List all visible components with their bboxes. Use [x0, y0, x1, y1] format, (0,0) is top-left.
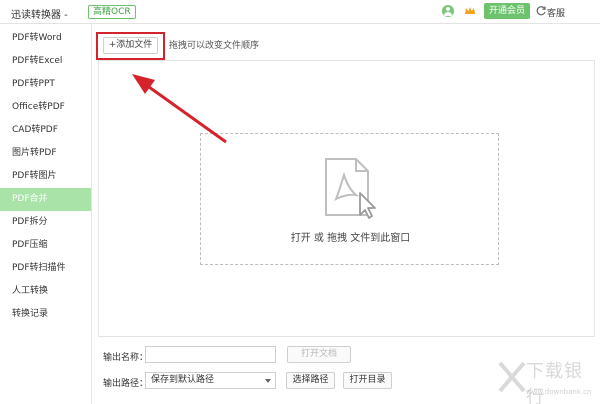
drop-zone[interactable]: 打开 或 拖拽 文件到此窗口 — [200, 133, 499, 265]
sidebar: PDF转Word PDF转Excel PDF转PPT Office转PDF CA… — [0, 24, 92, 404]
output-path-label: 输出路径： — [103, 379, 149, 389]
sidebar-item-manual-convert[interactable]: 人工转换 — [0, 280, 91, 303]
vip-button[interactable]: 开通会员 — [484, 3, 530, 19]
open-directory-button[interactable]: 打开目录 — [343, 372, 392, 389]
user-icon[interactable] — [442, 5, 454, 17]
reorder-hint: 拖拽可以改变文件顺序 — [169, 41, 260, 51]
sidebar-item-pdf-to-word[interactable]: PDF转Word — [0, 27, 91, 50]
sidebar-item-pdf-to-image[interactable]: PDF转图片 — [0, 165, 91, 188]
output-name-label: 输出名称： — [103, 353, 149, 363]
sidebar-item-pdf-to-excel[interactable]: PDF转Excel — [0, 50, 91, 73]
sidebar-item-pdf-merge[interactable]: PDF合并 — [0, 188, 91, 211]
title-bar: 迅读转换器 - 高精OCR 开通会员 客服 — [0, 0, 600, 24]
output-name-input[interactable] — [145, 346, 276, 363]
sidebar-item-pdf-to-ppt[interactable]: PDF转PPT — [0, 73, 91, 96]
sidebar-item-office-to-pdf[interactable]: Office转PDF — [0, 96, 91, 119]
ocr-link[interactable]: 高精OCR — [88, 5, 136, 19]
watermark-text: 下载银行 — [526, 361, 583, 404]
sidebar-item-image-to-pdf[interactable]: 图片转PDF — [0, 142, 91, 165]
service-label[interactable]: 客服 — [547, 6, 565, 19]
watermark-url: www.downbank.cn — [526, 388, 592, 396]
vip-crown-icon[interactable] — [464, 5, 476, 17]
drop-instruction: 打开 或 拖拽 文件到此窗口 — [290, 233, 411, 244]
open-document-button[interactable]: 打开文档 — [287, 346, 351, 363]
pdf-document-cursor-icon — [322, 157, 378, 219]
service-refresh-icon[interactable] — [535, 5, 547, 17]
highlight-box — [96, 32, 165, 60]
output-path-value: 保存到默认路径 — [151, 375, 215, 385]
chevron-down-icon — [265, 379, 271, 383]
output-path-select[interactable]: 保存到默认路径 — [145, 372, 276, 389]
sidebar-item-pdf-compress[interactable]: PDF压缩 — [0, 234, 91, 257]
app-title: 迅读转换器 - — [11, 10, 68, 21]
choose-path-button[interactable]: 选择路径 — [286, 372, 335, 389]
sidebar-item-history[interactable]: 转换记录 — [0, 303, 91, 326]
sidebar-item-pdf-to-scan[interactable]: PDF转扫描件 — [0, 257, 91, 280]
sidebar-item-pdf-split[interactable]: PDF拆分 — [0, 211, 91, 234]
sidebar-item-cad-to-pdf[interactable]: CAD转PDF — [0, 119, 91, 142]
